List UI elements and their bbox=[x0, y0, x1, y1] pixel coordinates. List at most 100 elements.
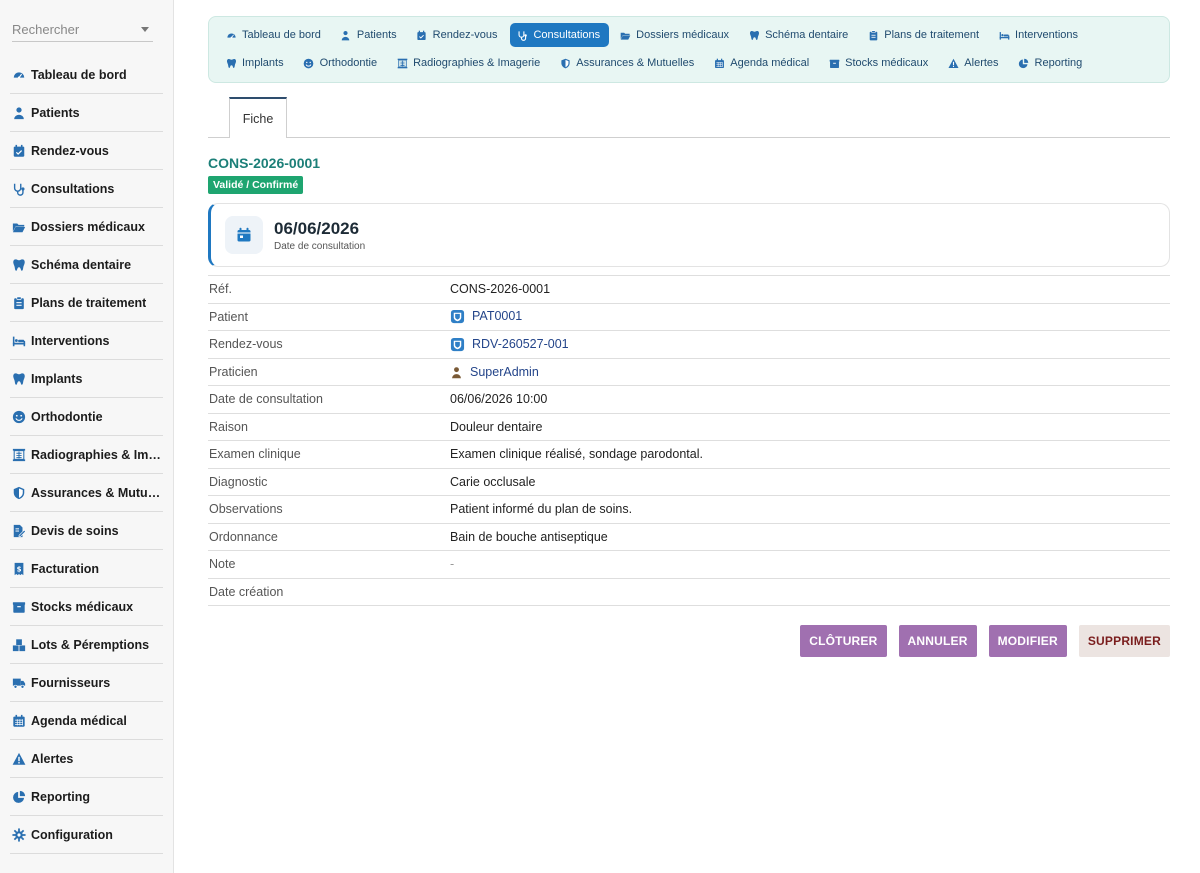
module-tab-schema-dentaire[interactable]: Schéma dentaire bbox=[742, 23, 857, 47]
module-tab-label: Reporting bbox=[1034, 57, 1083, 69]
field-row-ordonnance: Ordonnance Bain de bouche antiseptique bbox=[208, 523, 1170, 551]
sidebar-item-facturation[interactable]: $ Facturation bbox=[10, 550, 163, 588]
module-tab-label: Stocks médicaux bbox=[845, 57, 929, 69]
field-row-note: Note - bbox=[208, 550, 1170, 579]
sidebar-item-fournisseurs[interactable]: Fournisseurs bbox=[10, 664, 163, 702]
field-row-ref: Réf. CONS-2026-0001 bbox=[208, 275, 1170, 304]
field-value: 06/06/2026 10:00 bbox=[450, 392, 548, 407]
search-input[interactable] bbox=[12, 18, 142, 37]
calendar-icon bbox=[225, 216, 263, 254]
tab-fiche[interactable]: Fiche bbox=[229, 97, 287, 138]
sidebar-item-dossiers-medicaux[interactable]: Dossiers médicaux bbox=[10, 208, 163, 246]
field-label: Examen clinique bbox=[208, 440, 450, 469]
sidebar-item-devis-de-soins[interactable]: Devis de soins bbox=[10, 512, 163, 550]
sidebar-item-consultations[interactable]: Consultations bbox=[10, 170, 163, 208]
sidebar-item-reporting[interactable]: Reporting bbox=[10, 778, 163, 816]
search-box[interactable] bbox=[12, 18, 153, 42]
module-tab-stocks-medicaux[interactable]: Stocks médicaux bbox=[822, 51, 937, 75]
edit-button[interactable]: MODIFIER bbox=[988, 625, 1067, 657]
module-tab-implants[interactable]: Implants bbox=[219, 51, 293, 75]
sidebar-item-label: Schéma dentaire bbox=[31, 257, 132, 272]
module-tab-agenda-medical[interactable]: Agenda médical bbox=[707, 51, 818, 75]
calendar-check-icon bbox=[415, 28, 429, 42]
sidebar-item-stocks-medicaux[interactable]: Stocks médicaux bbox=[10, 588, 163, 626]
sidebar-item-lots-peremptions[interactable]: Lots & Péremptions bbox=[10, 626, 163, 664]
module-tab-patients[interactable]: Patients bbox=[334, 23, 406, 47]
module-tab-label: Rendez-vous bbox=[432, 29, 498, 41]
field-row-raison: Raison Douleur dentaire bbox=[208, 413, 1170, 441]
close-consultation-button[interactable]: CLÔTURER bbox=[800, 625, 887, 657]
field-value-link[interactable]: PAT0001 bbox=[472, 309, 522, 323]
delete-button[interactable]: SUPPRIMER bbox=[1078, 625, 1170, 657]
sidebar-item-orthodontie[interactable]: Orthodontie bbox=[10, 398, 163, 436]
module-tab-radiographies-imagerie[interactable]: Radiographies & Imagerie bbox=[390, 51, 549, 75]
boxes-icon bbox=[10, 636, 28, 654]
tooth-icon bbox=[224, 56, 238, 70]
field-value-cell: Carie occlusale bbox=[450, 468, 1170, 496]
record-reference: CONS-2026-0001 bbox=[208, 155, 321, 171]
warning-icon bbox=[10, 750, 28, 768]
sidebar-item-tableau-de-bord[interactable]: Tableau de bord bbox=[10, 56, 163, 94]
pie-chart-icon bbox=[10, 788, 28, 806]
sidebar-item-rendez-vous[interactable]: Rendez-vous bbox=[10, 132, 163, 170]
sidebar-item-label: Fournisseurs bbox=[31, 675, 111, 690]
user-icon bbox=[339, 28, 353, 42]
sidebar-item-label: Plans de traitement bbox=[31, 295, 147, 310]
field-label: Patient bbox=[208, 303, 450, 331]
module-tab-label: Tableau de bord bbox=[242, 29, 321, 41]
sidebar-item-label: Reporting bbox=[31, 789, 91, 804]
invoice-icon: $ bbox=[10, 560, 28, 578]
module-tab-label: Alertes bbox=[964, 57, 999, 69]
module-tab-rendez-vous[interactable]: Rendez-vous bbox=[410, 23, 507, 47]
cancel-button[interactable]: ANNULER bbox=[898, 625, 977, 657]
sidebar-item-radiographies-imagerie[interactable]: Radiographies & Imagerie bbox=[10, 436, 163, 474]
field-label: Réf. bbox=[208, 275, 450, 304]
chevron-down-icon[interactable] bbox=[141, 27, 149, 32]
sidebar-item-alertes[interactable]: Alertes bbox=[10, 740, 163, 778]
sidebar-item-label: Configuration bbox=[31, 827, 113, 842]
module-tab-dossiers-medicaux[interactable]: Dossiers médicaux bbox=[613, 23, 738, 47]
module-tab-tableau-de-bord[interactable]: Tableau de bord bbox=[219, 23, 330, 47]
field-value-cell: SuperAdmin bbox=[450, 358, 1170, 386]
sidebar-item-schema-dentaire[interactable]: Schéma dentaire bbox=[10, 246, 163, 284]
field-label: Diagnostic bbox=[208, 468, 450, 496]
field-label: Date de consultation bbox=[208, 385, 450, 414]
field-value: Examen clinique réalisé, sondage parodon… bbox=[450, 447, 703, 462]
sidebar-item-label: Lots & Péremptions bbox=[31, 637, 150, 652]
field-value-link[interactable]: RDV-260527-001 bbox=[472, 337, 569, 351]
module-tab-assurances-mutuelles[interactable]: Assurances & Mutuelles bbox=[553, 51, 703, 75]
module-tab-plans-de-traitement[interactable]: Plans de traitement bbox=[861, 23, 988, 47]
sidebar-item-patients[interactable]: Patients bbox=[10, 94, 163, 132]
sidebar-item-configuration[interactable]: Configuration bbox=[10, 816, 163, 854]
module-tab-orthodontie[interactable]: Orthodontie bbox=[297, 51, 386, 75]
module-tab-interventions[interactable]: Interventions bbox=[992, 23, 1087, 47]
field-row-observations: Observations Patient informé du plan de s… bbox=[208, 495, 1170, 524]
field-value-link[interactable]: SuperAdmin bbox=[470, 365, 539, 379]
field-label: Note bbox=[208, 550, 450, 579]
sidebar-item-label: Stocks médicaux bbox=[31, 599, 134, 614]
sidebar-item-label: Facturation bbox=[31, 561, 100, 576]
module-tab-label: Orthodontie bbox=[319, 57, 378, 69]
warning-icon bbox=[946, 56, 960, 70]
field-row-praticien: Praticien SuperAdmin bbox=[208, 358, 1170, 386]
tooth-icon bbox=[747, 28, 761, 42]
smile-icon bbox=[10, 408, 28, 426]
sidebar-item-agenda-medical[interactable]: Agenda médical bbox=[10, 702, 163, 740]
field-value: Douleur dentaire bbox=[450, 419, 543, 434]
module-tab-consultations[interactable]: Consultations bbox=[510, 23, 610, 47]
appointment-badge-icon bbox=[450, 337, 465, 352]
sidebar-item-assurances-mutuelles[interactable]: Assurances & Mutuelles bbox=[10, 474, 163, 512]
sidebar-item-implants[interactable]: Implants bbox=[10, 360, 163, 398]
box-icon bbox=[10, 598, 28, 616]
field-label: Praticien bbox=[208, 358, 450, 386]
field-value-cell: PAT0001 bbox=[450, 303, 1170, 331]
module-tab-reporting[interactable]: Reporting bbox=[1012, 51, 1092, 75]
module-tab-label: Plans de traitement bbox=[884, 29, 980, 41]
sidebar-item-interventions[interactable]: Interventions bbox=[10, 322, 163, 360]
module-tab-alertes[interactable]: Alertes bbox=[941, 51, 1007, 75]
module-tab-label: Assurances & Mutuelles bbox=[576, 57, 695, 69]
sidebar-item-label: Orthodontie bbox=[31, 409, 103, 424]
field-label: Ordonnance bbox=[208, 523, 450, 551]
consultation-date-label: Date de consultation bbox=[274, 240, 366, 252]
sidebar-item-plans-de-traitement[interactable]: Plans de traitement bbox=[10, 284, 163, 322]
